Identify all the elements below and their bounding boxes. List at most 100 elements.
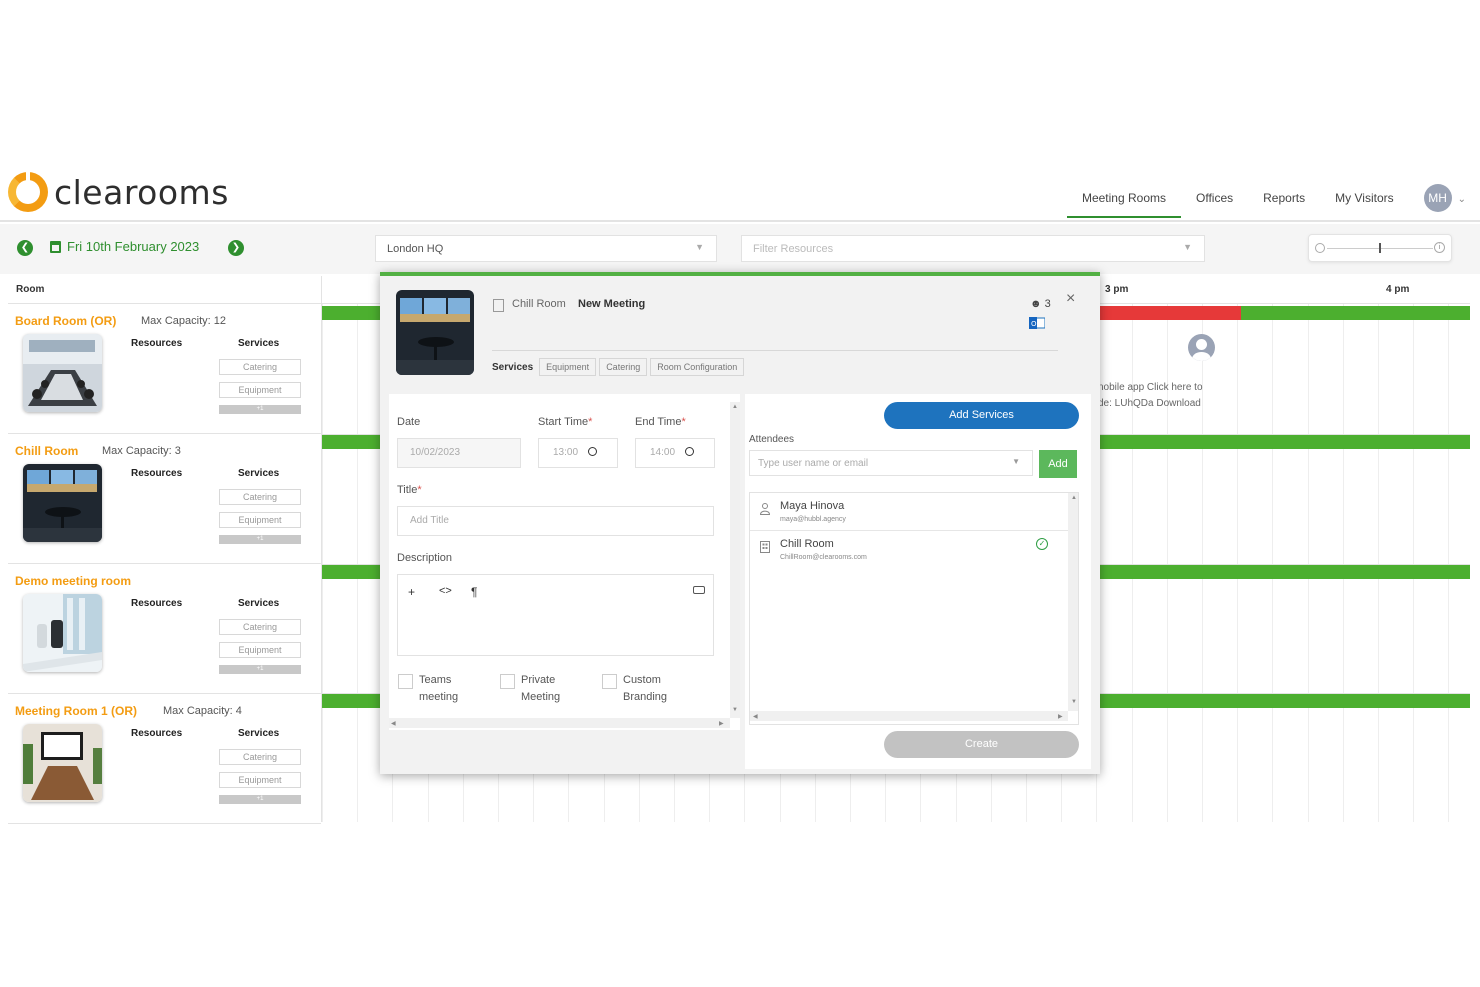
- room-name[interactable]: Board Room (OR): [15, 314, 116, 328]
- tab-room-configuration[interactable]: Room Configuration: [650, 358, 745, 376]
- checkbox-label-line: Teams: [419, 674, 452, 686]
- services-label: Services: [238, 338, 280, 349]
- description-editor[interactable]: + <> ¶: [397, 574, 714, 656]
- timeline-gridline: [322, 304, 323, 822]
- scroll-up-icon[interactable]: ▲: [732, 404, 738, 410]
- chevron-down-icon: ▼: [1183, 242, 1192, 252]
- more-services-button[interactable]: +1: [219, 405, 301, 414]
- user-avatar-icon[interactable]: [1188, 334, 1215, 361]
- chevron-down-icon: ▼: [695, 242, 704, 252]
- building-icon: [760, 541, 770, 553]
- room-name[interactable]: Demo meeting room: [15, 574, 131, 588]
- date-field[interactable]: 10/02/2023: [397, 438, 521, 468]
- more-services-button[interactable]: +1: [219, 665, 301, 674]
- user-avatar[interactable]: MH: [1423, 184, 1452, 212]
- booking-note[interactable]: nobile app Click here to de: LUhQDa Down…: [1098, 380, 1228, 412]
- tab-services[interactable]: Services: [492, 362, 533, 373]
- keyboard-icon[interactable]: [693, 586, 705, 594]
- equipment-button[interactable]: Equipment: [219, 382, 301, 398]
- catering-button[interactable]: Catering: [219, 619, 301, 635]
- equipment-button[interactable]: Equipment: [219, 512, 301, 528]
- resources-label: Resources: [131, 338, 183, 349]
- zoom-thumb[interactable]: [1379, 243, 1381, 253]
- end-time-label: End Time*: [635, 416, 686, 428]
- attendee-vertical-scrollbar[interactable]: [1068, 493, 1078, 711]
- start-time-label-text: Start Time: [538, 416, 589, 428]
- date-picker[interactable]: Fri 10th February 2023: [50, 239, 199, 254]
- clearooms-logo[interactable]: clearooms: [8, 170, 229, 212]
- services-label: Services: [238, 598, 280, 609]
- catering-button[interactable]: Catering: [219, 359, 301, 375]
- equipment-button[interactable]: Equipment: [219, 772, 301, 788]
- checkbox-label-line: Custom: [623, 674, 661, 686]
- nav-my-visitors[interactable]: My Visitors: [1320, 165, 1408, 215]
- add-attendee-button[interactable]: Add: [1039, 450, 1077, 478]
- scroll-right-icon[interactable]: ▶: [1058, 713, 1063, 720]
- tab-equipment[interactable]: Equipment: [539, 358, 597, 376]
- form-horizontal-scrollbar[interactable]: [389, 718, 730, 728]
- start-time-field[interactable]: 13:00: [538, 438, 618, 468]
- zoom-in-icon[interactable]: i: [1434, 242, 1445, 253]
- services-label: Services: [238, 728, 280, 739]
- tab-catering[interactable]: Catering: [599, 358, 648, 376]
- clock-icon: [685, 447, 695, 456]
- create-button[interactable]: Create: [884, 731, 1079, 758]
- modal-room-name: Chill Room: [512, 298, 566, 310]
- outlook-icon[interactable]: O: [1029, 316, 1046, 329]
- attendee-email: ChillRoom@clearooms.com: [780, 554, 867, 561]
- more-services-button[interactable]: +1: [219, 535, 301, 544]
- end-time-field[interactable]: 14:00: [635, 438, 715, 468]
- zoom-slider[interactable]: i: [1308, 234, 1452, 262]
- scroll-down-icon[interactable]: ▼: [732, 707, 738, 713]
- required-mark: *: [681, 416, 686, 428]
- app-header: clearooms Meeting Rooms Offices Reports …: [0, 160, 1480, 222]
- attendee-item[interactable]: Chill Room ChillRoom@clearooms.com ✓: [750, 531, 1068, 569]
- building-icon: [493, 299, 504, 312]
- zoom-out-icon[interactable]: [1315, 243, 1325, 253]
- more-services-button[interactable]: +1: [219, 795, 301, 804]
- nav-offices[interactable]: Offices: [1181, 165, 1248, 215]
- close-icon[interactable]: ×: [1066, 290, 1075, 308]
- add-services-button[interactable]: Add Services: [884, 402, 1079, 429]
- room-photo: [23, 724, 102, 802]
- catering-button[interactable]: Catering: [219, 749, 301, 765]
- room-capacity: Max Capacity: 12: [141, 315, 226, 327]
- chevron-down-icon[interactable]: ⌄: [1458, 194, 1466, 205]
- nav-meeting-rooms[interactable]: Meeting Rooms: [1066, 165, 1182, 218]
- nav-reports[interactable]: Reports: [1248, 165, 1320, 215]
- scroll-down-icon[interactable]: ▼: [1071, 699, 1077, 705]
- paragraph-icon[interactable]: ¶: [471, 585, 477, 599]
- title-input[interactable]: Add Title: [397, 506, 714, 536]
- next-day-icon[interactable]: ❯: [228, 240, 244, 256]
- required-mark: *: [588, 416, 593, 428]
- previous-day-icon[interactable]: ❮: [17, 240, 33, 256]
- required-mark: *: [417, 484, 422, 496]
- chevron-down-icon[interactable]: ▼: [1012, 457, 1020, 466]
- custom-branding-checkbox[interactable]: [602, 674, 617, 689]
- custom-branding-label: Custom Branding: [623, 672, 667, 706]
- scroll-up-icon[interactable]: ▲: [1071, 495, 1077, 501]
- attendee-search-input[interactable]: Type user name or email ▼: [749, 450, 1033, 476]
- attendee-name: Maya Hinova: [780, 500, 845, 512]
- timeline-gridline: [1378, 304, 1379, 822]
- code-icon[interactable]: <>: [439, 585, 452, 597]
- equipment-button[interactable]: Equipment: [219, 642, 301, 658]
- checkbox-label-line: meeting: [419, 691, 459, 703]
- hour-label: 3 pm: [1105, 284, 1129, 295]
- filter-resources-select[interactable]: Filter Resources ▼: [741, 235, 1205, 262]
- form-vertical-scrollbar[interactable]: [730, 402, 740, 718]
- location-select[interactable]: London HQ ▼: [375, 235, 717, 262]
- attendee-horizontal-scrollbar[interactable]: [750, 711, 1068, 721]
- private-meeting-checkbox[interactable]: [500, 674, 515, 689]
- attendee-item[interactable]: Maya Hinova maya@hubbl.agency: [750, 493, 1068, 531]
- room-name[interactable]: Meeting Room 1 (OR): [15, 704, 137, 718]
- room-name[interactable]: Chill Room: [15, 444, 78, 458]
- scroll-left-icon[interactable]: ◀: [391, 720, 396, 727]
- insert-plus-icon[interactable]: +: [408, 585, 415, 599]
- booking-bar[interactable]: [1098, 306, 1241, 320]
- catering-button[interactable]: Catering: [219, 489, 301, 505]
- scroll-left-icon[interactable]: ◀: [753, 713, 758, 720]
- scroll-right-icon[interactable]: ▶: [719, 720, 724, 727]
- teams-meeting-checkbox[interactable]: [398, 674, 413, 689]
- attendees-panel: Add Services Attendees Type user name or…: [745, 394, 1091, 769]
